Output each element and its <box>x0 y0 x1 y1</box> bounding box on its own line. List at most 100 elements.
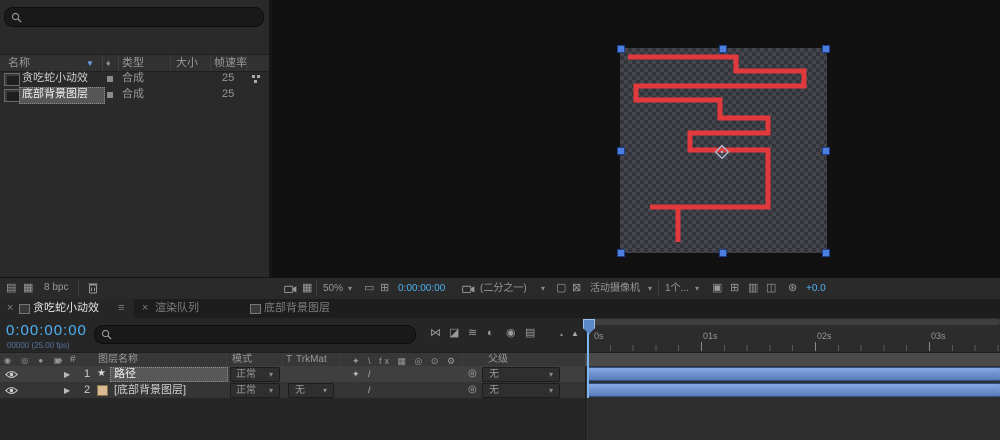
selection-handle[interactable] <box>617 147 625 155</box>
layer-name[interactable]: 路径 <box>114 369 136 380</box>
selection-handle[interactable] <box>719 45 727 53</box>
blend-mode-select[interactable]: 正常 ▾ <box>230 367 280 382</box>
draft-3d-icon[interactable]: ◪ <box>449 328 459 339</box>
tab-render-queue[interactable]: × 渲染队列 <box>140 299 230 318</box>
trash-icon[interactable] <box>88 282 98 294</box>
current-timecode[interactable]: 0:00:00:00 <box>6 322 87 339</box>
parent-pickwhip-icon[interactable]: ◎ <box>468 385 477 395</box>
project-panel-icon[interactable]: ▦ <box>23 283 33 294</box>
viewer-timecode[interactable]: 0:00:00:00 <box>398 284 445 294</box>
exposure-value[interactable]: +0.0 <box>806 284 826 294</box>
motion-blur-icon[interactable]: ◉ <box>506 328 516 339</box>
mask-visibility-icon[interactable]: ⊞ <box>380 283 389 294</box>
exposure-reset-icon[interactable]: ⊛ <box>788 283 797 294</box>
label-column-icon[interactable]: ♦ <box>106 58 111 68</box>
project-flowchart-icon[interactable]: ▤ <box>6 283 16 294</box>
parent-select[interactable]: 无 ▾ <box>482 383 560 398</box>
pixel-aspect-correction-icon[interactable]: ▣ <box>712 283 722 294</box>
show-snapshot-icon[interactable]: ▦ <box>302 283 312 294</box>
divider <box>316 281 317 295</box>
column-layer-name[interactable]: 图层名称 <box>98 355 138 365</box>
layer-row[interactable]: ▶ 1 ★ 路径 正常 ▾ ✦ / ◎ 无 ▾ <box>0 366 585 382</box>
project-item-row[interactable]: 贪吃蛇小动效 合成 25 <box>0 71 270 87</box>
layer-name[interactable]: [底部背景图层] <box>114 385 186 396</box>
ruler-major-tick <box>701 342 702 351</box>
label-column-icon: ♦ <box>58 355 63 365</box>
selection-handle[interactable] <box>822 249 830 257</box>
zoom-out-mountain-icon[interactable]: ▴ <box>560 331 563 338</box>
transparency-grid-icon[interactable]: ⊠ <box>572 283 581 294</box>
layer-row[interactable]: ▶ 2 [底部背景图层] 正常 ▾ 无 ▾ / ◎ 无 ▾ <box>0 382 585 398</box>
graph-editor-icon[interactable]: ▤ <box>525 328 535 339</box>
expand-arrow-icon[interactable]: ▶ <box>64 370 70 379</box>
parent-select[interactable]: 无 ▾ <box>482 367 560 382</box>
tab-background-comp[interactable]: 底部背景图层 <box>248 299 358 318</box>
quality-icon[interactable]: / <box>368 369 371 379</box>
hide-shy-layers-icon[interactable]: ≋ <box>468 328 477 339</box>
selection-handle[interactable] <box>719 249 727 257</box>
zoom-select[interactable]: 50% <box>323 284 343 294</box>
layer-duration-bar[interactable] <box>587 367 1000 381</box>
project-item-name: 底部背景图层 <box>22 88 88 100</box>
track-area-empty[interactable] <box>585 398 1000 440</box>
sort-arrow-icon: ▼ <box>86 59 94 68</box>
label-chip[interactable] <box>107 76 113 82</box>
tab-composition[interactable]: × 贪吃蛇小动效 ≡ <box>0 299 134 318</box>
divider <box>658 281 659 295</box>
time-ruler[interactable]: 0s 01s 02s 03s <box>585 318 1000 352</box>
eye-icon[interactable] <box>5 386 18 395</box>
column-parent[interactable]: 父级 <box>488 355 508 365</box>
selection-handle[interactable] <box>822 147 830 155</box>
camera-icon[interactable] <box>462 284 475 293</box>
flowchart-button-icon[interactable]: ◫ <box>766 283 776 294</box>
blend-mode-select[interactable]: 正常 ▾ <box>230 383 280 398</box>
ruler-minor-ticks <box>587 345 1000 351</box>
parent-pickwhip-icon[interactable]: ◎ <box>468 369 477 379</box>
chevron-down-icon: ▾ <box>549 370 554 379</box>
label-chip[interactable] <box>107 92 113 98</box>
timeline-button-icon[interactable]: ▥ <box>748 283 758 294</box>
eye-icon[interactable] <box>5 370 18 379</box>
project-item-type: 合成 <box>122 72 144 84</box>
frame-blending-icon[interactable]: ◐ <box>487 328 494 339</box>
project-search-input[interactable] <box>4 7 264 27</box>
fast-previews-icon[interactable]: ⊞ <box>730 283 739 294</box>
resolution-select[interactable]: (二分之一) <box>480 284 527 294</box>
column-type[interactable]: 类型 <box>122 58 144 69</box>
bit-depth-button[interactable]: 8 bpc <box>44 283 68 293</box>
column-size[interactable]: 大小 <box>176 58 198 69</box>
zoom-in-mountain-icon[interactable]: ▲ <box>571 329 579 338</box>
panel-divider[interactable] <box>269 0 272 298</box>
expand-arrow-icon[interactable]: ▶ <box>64 386 70 395</box>
camera-view-select[interactable]: 活动摄像机 <box>590 284 640 294</box>
column-trkmat-t[interactable]: T <box>286 355 292 365</box>
close-icon[interactable]: × <box>142 303 148 314</box>
column-mode[interactable]: 模式 <box>232 355 252 365</box>
trkmat-select[interactable]: 无 ▾ <box>288 383 334 398</box>
track-area[interactable] <box>585 366 1000 398</box>
composition-viewer[interactable] <box>272 0 1000 277</box>
timeline-tab-bar: × 贪吃蛇小动效 ≡ × 渲染队列 底部背景图层 <box>0 299 1000 318</box>
composition-mini-flowchart-icon[interactable]: ⋈ <box>430 328 441 339</box>
column-trkmat[interactable]: TrkMat <box>296 355 327 365</box>
quality-icon[interactable]: / <box>368 385 371 395</box>
collapse-transforms-icon[interactable]: ✦ <box>352 369 360 380</box>
grid-guides-icon[interactable]: ▭ <box>364 283 374 294</box>
composition-icon <box>4 89 20 102</box>
project-item-row[interactable]: 底部背景图层 合成 25 <box>0 87 270 104</box>
project-item-name: 贪吃蛇小动效 <box>22 72 88 84</box>
timeline-search-input[interactable] <box>94 325 416 344</box>
column-number[interactable]: # <box>70 355 76 365</box>
snapshot-camera-icon[interactable] <box>284 284 297 293</box>
selection-handle[interactable] <box>822 45 830 53</box>
column-name[interactable]: 名称 <box>8 58 30 69</box>
layer-duration-bar[interactable] <box>587 383 1000 397</box>
panel-menu-icon[interactable]: ≡ <box>118 303 124 314</box>
region-of-interest-icon[interactable]: ▢ <box>556 283 566 294</box>
work-area-bar[interactable] <box>588 319 1000 325</box>
view-layout-select[interactable]: 1个... <box>665 284 689 294</box>
column-framerate[interactable]: 帧速率 <box>214 58 247 69</box>
selection-handle[interactable] <box>617 45 625 53</box>
close-icon[interactable]: × <box>7 303 13 314</box>
selection-handle[interactable] <box>617 249 625 257</box>
